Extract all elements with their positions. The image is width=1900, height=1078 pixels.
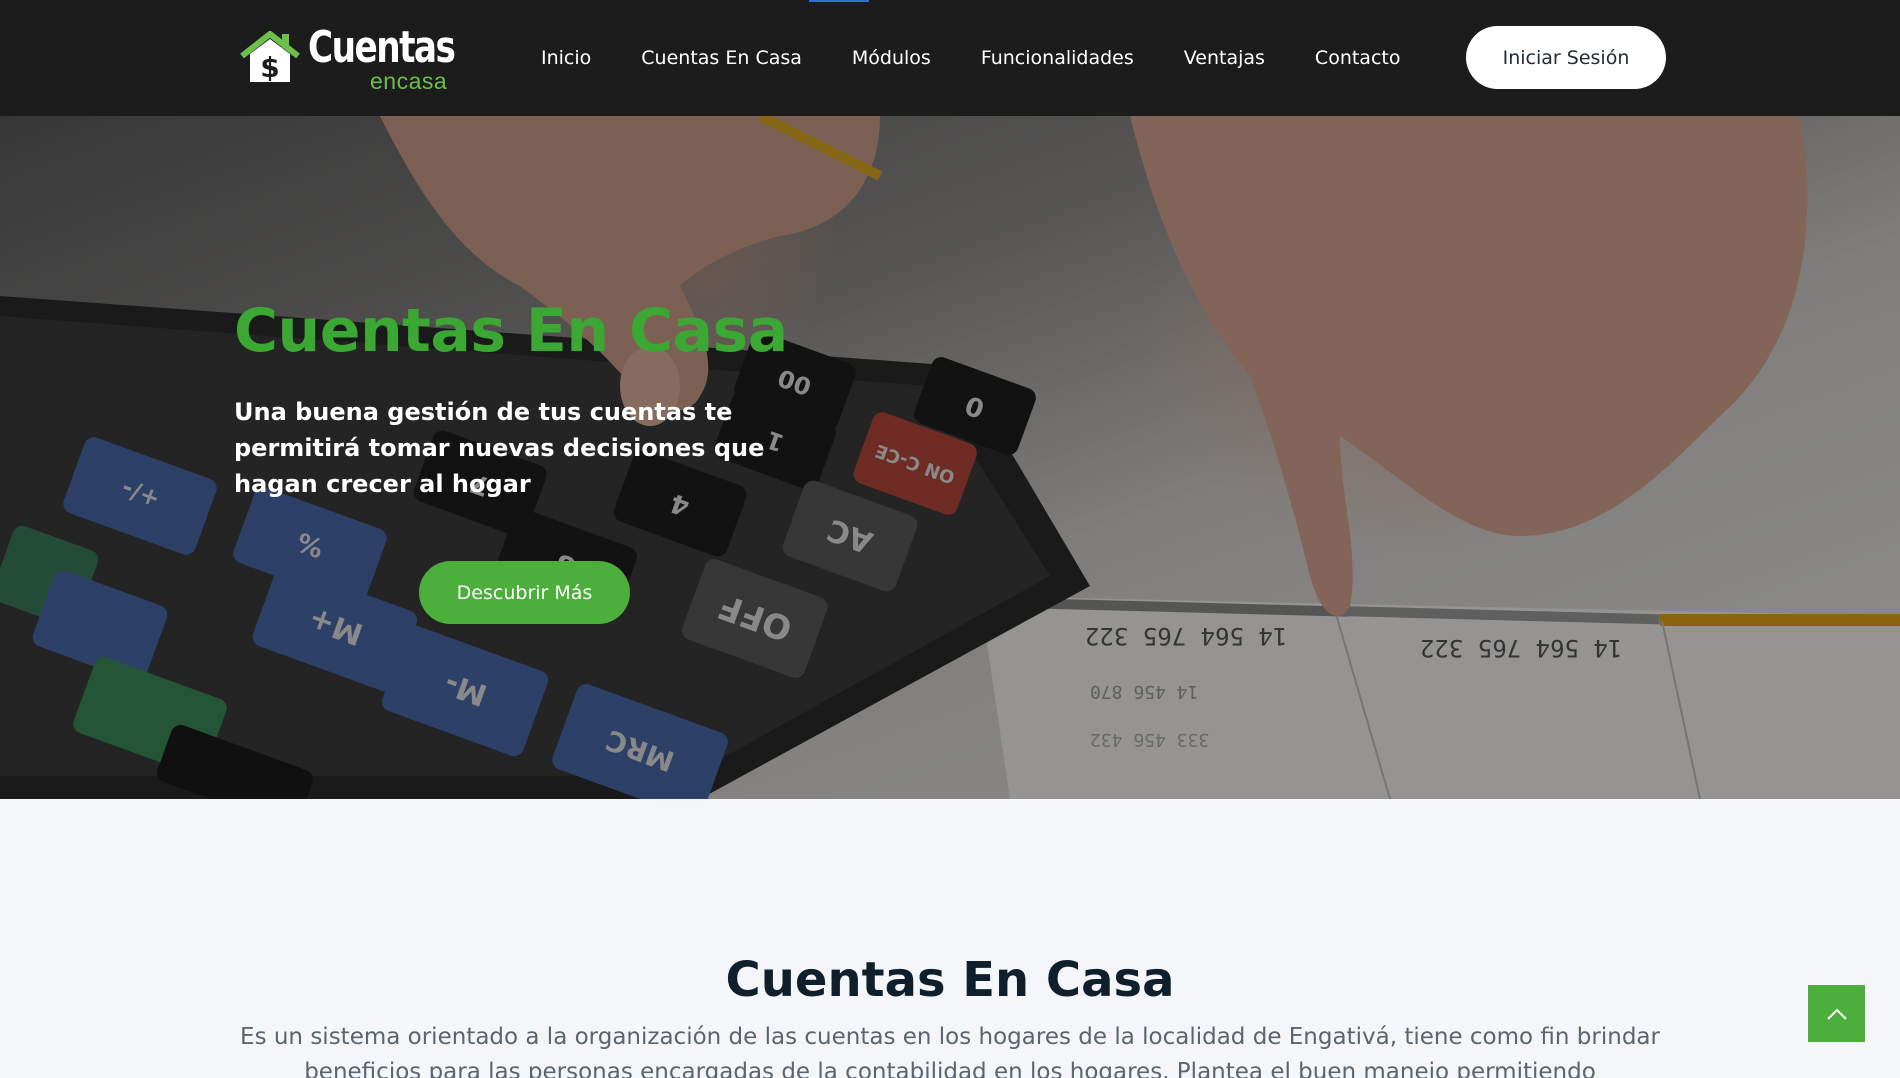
nav-link-modulos[interactable]: Módulos <box>827 47 956 69</box>
navbar: $ Cuentas encasa Inicio Cuentas En Casa … <box>0 0 1900 116</box>
chevron-up-icon <box>1826 1008 1847 1020</box>
hero-title: Cuentas En Casa <box>234 296 788 366</box>
nav-link-funcionalidades[interactable]: Funcionalidades <box>956 47 1159 69</box>
hero-banner: 14 564 765 322 14 564 765 322 14 456 870… <box>0 116 1900 799</box>
hero-subtitle: Una buena gestión de tus cuentas te perm… <box>234 398 765 498</box>
back-to-top-button[interactable] <box>1808 985 1865 1042</box>
logo-wordmark: Cuentas <box>308 22 456 73</box>
section-description: Es un sistema orientado a la organizació… <box>240 1024 1660 1078</box>
nav-link-contacto[interactable]: Contacto <box>1290 47 1426 69</box>
main-menu: Inicio Cuentas En Casa Módulos Funcional… <box>516 0 1425 116</box>
discover-more-button[interactable]: Descubrir Más <box>419 561 630 624</box>
login-button[interactable]: Iniciar Sesión <box>1466 26 1666 89</box>
brand-logo[interactable]: $ Cuentas encasa <box>238 26 468 94</box>
house-dollar-icon: $ <box>240 31 300 84</box>
section-title: Cuentas En Casa <box>725 952 1175 1008</box>
logo-subtext: encasa <box>370 68 448 94</box>
nav-link-inicio[interactable]: Inicio <box>516 47 616 69</box>
svg-text:$: $ <box>260 51 279 84</box>
nav-link-cuentas-en-casa[interactable]: Cuentas En Casa <box>616 47 827 69</box>
nav-link-ventajas[interactable]: Ventajas <box>1159 47 1290 69</box>
